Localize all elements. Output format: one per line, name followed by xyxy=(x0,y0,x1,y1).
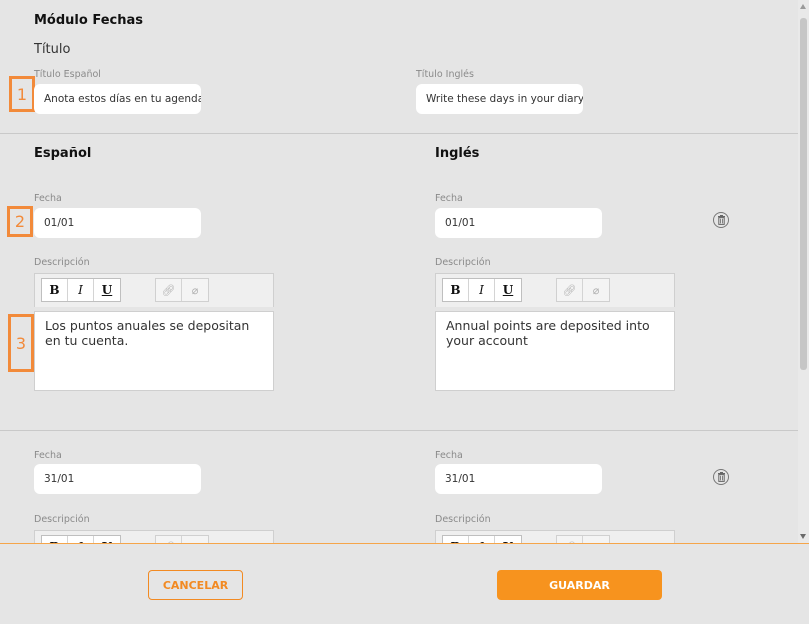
descripcion-es-label: Descripción xyxy=(34,257,90,268)
format-button-group: B I U xyxy=(41,535,121,543)
descripcion-es-label: Descripción xyxy=(34,514,90,525)
scroll-down-arrow-icon[interactable] xyxy=(800,534,806,539)
title-section-label: Título xyxy=(34,42,71,57)
scroll-up-arrow-icon[interactable] xyxy=(800,4,806,9)
annotation-badge-2: 2 xyxy=(7,206,33,237)
bold-button[interactable]: B xyxy=(443,279,469,301)
trash-icon[interactable] xyxy=(713,212,729,228)
format-button-group: B I U xyxy=(442,278,522,302)
title-es-label: Título Español xyxy=(34,69,101,80)
descripcion-en-textarea[interactable]: Annual points are deposited into your ac… xyxy=(435,311,675,391)
editor-toolbar-es: B I U 🔗︎ ⌀ xyxy=(34,273,274,307)
underline-button[interactable]: U xyxy=(94,536,120,543)
unlink-icon: ⌀ xyxy=(191,283,199,297)
descripcion-es-textarea[interactable]: Los puntos anuales se depositan en tu cu… xyxy=(34,311,274,391)
link-button-group: 🔗︎ ⌀ xyxy=(155,278,209,302)
title-en-label: Título Inglés xyxy=(416,69,474,80)
cancel-button[interactable]: CANCELAR xyxy=(148,570,243,600)
unlink-button[interactable]: ⌀ xyxy=(182,536,208,544)
annotation-badge-3: 3 xyxy=(8,314,34,372)
format-button-group: B I U xyxy=(442,535,522,543)
italic-button[interactable]: I xyxy=(68,536,94,543)
fecha-es-label: Fecha xyxy=(34,193,62,204)
fecha-es-label: Fecha xyxy=(34,450,62,461)
fecha-es-input[interactable]: 01/01 xyxy=(34,208,201,238)
module-heading: Módulo Fechas xyxy=(34,13,143,28)
form-scroll-area: Módulo Fechas Título 1 Título Español An… xyxy=(0,0,798,543)
link-button[interactable]: 🔗︎ xyxy=(557,536,583,543)
link-button-group: 🔗︎ ⌀ xyxy=(556,278,610,302)
link-button[interactable]: 🔗︎ xyxy=(557,279,583,301)
editor-toolbar-en: B I U 🔗︎ ⌀ xyxy=(435,273,675,307)
underline-button[interactable]: U xyxy=(495,279,521,301)
underline-button[interactable]: U xyxy=(94,279,120,301)
format-button-group: B I U xyxy=(41,278,121,302)
title-es-input[interactable]: Anota estos días en tu agenda xyxy=(34,84,201,114)
fecha-en-input[interactable]: 01/01 xyxy=(435,208,602,238)
descripcion-en-label: Descripción xyxy=(435,257,491,268)
unlink-icon: ⌀ xyxy=(592,283,600,297)
unlink-button[interactable]: ⌀ xyxy=(583,279,609,301)
editor-toolbar-es: B I U 🔗︎ ⌀ xyxy=(34,530,274,543)
link-button-group: 🔗︎ ⌀ xyxy=(155,535,209,543)
descripcion-en-label: Descripción xyxy=(435,514,491,525)
fecha-en-label: Fecha xyxy=(435,193,463,204)
bold-button[interactable]: B xyxy=(443,536,469,543)
link-icon: 🔗︎ xyxy=(161,283,176,297)
italic-button[interactable]: I xyxy=(469,536,495,543)
fecha-en-label: Fecha xyxy=(435,450,463,461)
column-heading-es: Español xyxy=(34,146,92,161)
link-button[interactable]: 🔗︎ xyxy=(156,279,182,301)
fecha-en-input[interactable]: 31/01 xyxy=(435,464,602,494)
underline-button[interactable]: U xyxy=(495,536,521,543)
entry-divider xyxy=(0,430,798,431)
link-button[interactable]: 🔗︎ xyxy=(156,536,182,543)
editor-toolbar-en: B I U 🔗︎ ⌀ xyxy=(435,530,675,543)
title-en-input[interactable]: Write these days in your diary xyxy=(416,84,583,114)
link-icon: 🔗︎ xyxy=(562,283,577,297)
section-divider xyxy=(0,133,798,134)
column-heading-en: Inglés xyxy=(435,146,480,161)
bold-button[interactable]: B xyxy=(42,279,68,301)
save-button[interactable]: GUARDAR xyxy=(497,570,662,600)
annotation-badge-1: 1 xyxy=(9,76,35,112)
bold-button[interactable]: B xyxy=(42,536,68,543)
vertical-scrollbar[interactable] xyxy=(798,0,809,543)
unlink-button[interactable]: ⌀ xyxy=(583,536,609,544)
fecha-es-input[interactable]: 31/01 xyxy=(34,464,201,494)
italic-button[interactable]: I xyxy=(469,279,495,301)
scrollbar-thumb[interactable] xyxy=(800,18,807,370)
italic-button[interactable]: I xyxy=(68,279,94,301)
modal-footer: CANCELAR GUARDAR xyxy=(0,543,809,624)
link-button-group: 🔗︎ ⌀ xyxy=(556,535,610,543)
unlink-button[interactable]: ⌀ xyxy=(182,279,208,301)
trash-icon[interactable] xyxy=(713,469,729,485)
